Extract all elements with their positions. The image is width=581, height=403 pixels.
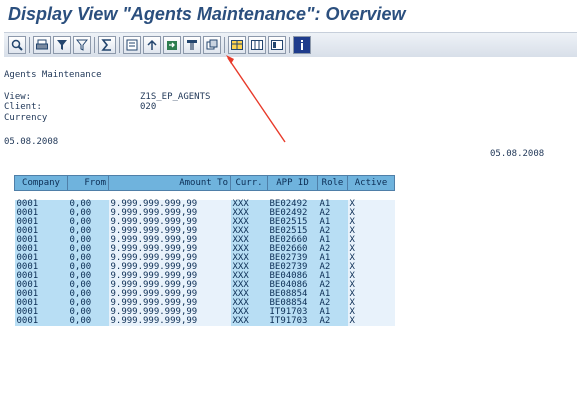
arrow-head <box>226 55 234 64</box>
arrow-line <box>227 57 286 143</box>
annotation-arrow <box>226 55 286 143</box>
